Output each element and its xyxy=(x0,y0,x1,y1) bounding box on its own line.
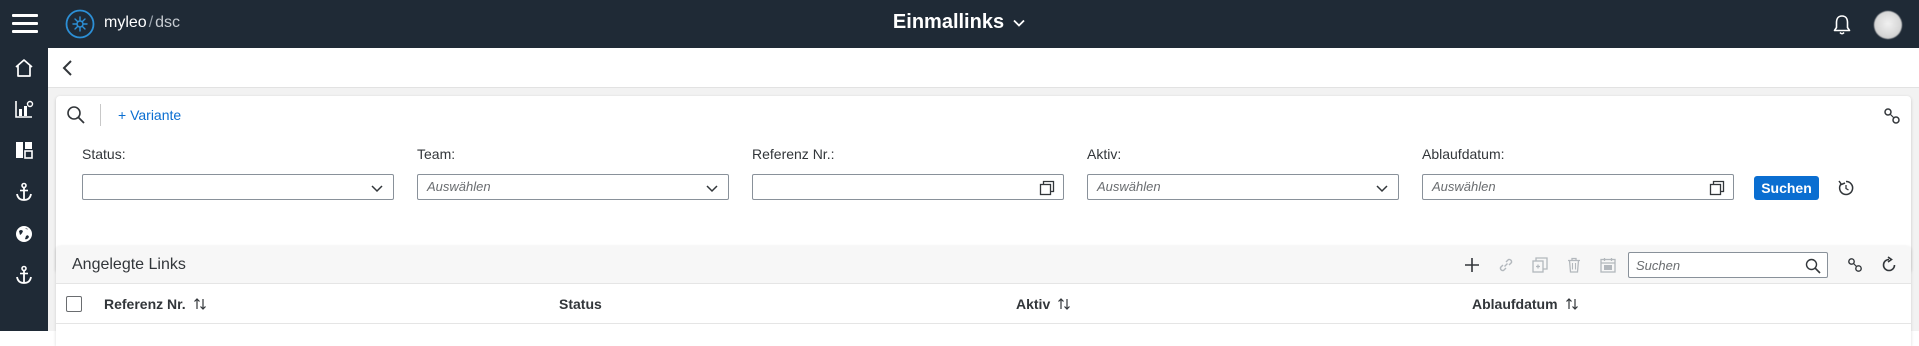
menu-icon[interactable] xyxy=(12,14,38,34)
select-all-checkbox[interactable] xyxy=(66,296,82,312)
link-icon xyxy=(1499,258,1513,272)
referenz-filter: Referenz Nr.: xyxy=(752,146,1064,200)
ablaufdatum-placeholder: Auswählen xyxy=(1432,179,1496,194)
column-label: Aktiv xyxy=(1016,296,1051,312)
sidebar-item-analytics[interactable] xyxy=(8,93,40,125)
table-column-headers: Referenz Nr. Status Aktiv Ablaufdatum xyxy=(56,284,1911,324)
bell-icon[interactable] xyxy=(1830,13,1854,37)
sidebar-item-home[interactable] xyxy=(8,52,40,84)
aktiv-select[interactable]: Auswählen xyxy=(1087,174,1399,200)
column-header-status[interactable]: Status xyxy=(559,296,602,312)
chevron-down-icon xyxy=(1376,185,1388,193)
add-button[interactable] xyxy=(1462,255,1482,275)
sidebar-item-globe[interactable] xyxy=(8,218,40,250)
search-icon[interactable] xyxy=(66,105,86,125)
app-title-container: Einmallinks xyxy=(0,11,1919,34)
status-filter: Status: xyxy=(82,146,394,200)
main-content: + Variante Status: Team: Auswählen Refer… xyxy=(48,48,1919,346)
table-title: Angelegte Links xyxy=(72,256,186,273)
chevron-down-icon xyxy=(371,185,383,193)
globe-icon xyxy=(16,226,32,242)
aktiv-placeholder: Auswählen xyxy=(1097,179,1161,194)
app-title-menu[interactable]: Einmallinks xyxy=(893,11,1026,34)
anchor-icon xyxy=(16,265,32,284)
logo-icon xyxy=(65,9,95,39)
anchor-icon xyxy=(16,182,32,201)
settings-icon xyxy=(1848,258,1862,272)
app-title: Einmallinks xyxy=(892,11,1005,33)
ablaufdatum-input[interactable]: Auswählen xyxy=(1422,174,1734,200)
table-search-placeholder: Suchen xyxy=(1636,258,1681,273)
brand-name: myleo / dsc xyxy=(104,14,180,32)
chevron-down-icon xyxy=(1013,19,1025,27)
reset-icon[interactable] xyxy=(1836,178,1856,198)
sort-icon xyxy=(193,298,206,310)
column-header-referenz[interactable]: Referenz Nr. xyxy=(104,296,207,312)
team-select[interactable]: Auswählen xyxy=(417,174,729,200)
sub-header xyxy=(48,48,1919,88)
aktiv-label: Aktiv: xyxy=(1087,146,1122,162)
referenz-label: Referenz Nr.: xyxy=(752,146,835,162)
shell-bar: myleo / dsc Einmallinks xyxy=(0,0,1919,48)
copy-button[interactable] xyxy=(1530,255,1550,275)
chevron-down-icon xyxy=(706,185,718,193)
ablaufdatum-label: Ablaufdatum: xyxy=(1422,146,1505,162)
sort-icon xyxy=(1058,298,1071,310)
team-placeholder: Auswählen xyxy=(427,179,491,194)
sidebar-item-anchor-1[interactable] xyxy=(8,176,40,208)
trash-icon xyxy=(1568,257,1580,273)
table-search-input[interactable]: Suchen xyxy=(1628,252,1828,278)
sidebar-item-dashboard[interactable] xyxy=(8,134,40,166)
back-icon[interactable] xyxy=(58,58,78,78)
sort-icon xyxy=(1565,298,1578,310)
refresh-icon xyxy=(1882,256,1896,272)
search-icon[interactable] xyxy=(1805,258,1821,274)
calendar-icon xyxy=(1600,258,1616,273)
team-filter: Team: Auswählen xyxy=(417,146,729,200)
brand-main: myleo xyxy=(104,14,147,31)
link-button[interactable] xyxy=(1496,255,1516,275)
dashboard-icon xyxy=(16,142,33,159)
value-help-icon[interactable] xyxy=(1709,180,1725,196)
aktiv-filter: Aktiv: Auswählen xyxy=(1087,146,1399,200)
sidebar-item-anchor-2[interactable] xyxy=(8,259,40,291)
column-header-aktiv[interactable]: Aktiv xyxy=(1016,296,1071,312)
links-table: Angelegte Links Suchen Referenz Nr. Stat… xyxy=(56,246,1911,346)
add-variant-link[interactable]: + Variante xyxy=(118,107,181,123)
column-header-ablaufdatum[interactable]: Ablaufdatum xyxy=(1472,296,1579,312)
brand-sub: dsc xyxy=(155,14,181,31)
sidebar xyxy=(0,48,48,331)
column-label: Referenz Nr. xyxy=(104,296,186,312)
status-label: Status: xyxy=(82,146,126,162)
copy-icon xyxy=(1532,257,1548,273)
status-select[interactable] xyxy=(82,174,394,200)
referenz-input[interactable] xyxy=(752,174,1064,200)
team-label: Team: xyxy=(417,146,456,162)
calendar-button[interactable] xyxy=(1598,255,1618,275)
refresh-button[interactable] xyxy=(1879,255,1899,275)
value-help-icon[interactable] xyxy=(1039,180,1055,196)
brand-separator: / xyxy=(148,14,154,31)
delete-button[interactable] xyxy=(1564,255,1584,275)
plus-icon xyxy=(1465,258,1479,272)
avatar[interactable] xyxy=(1874,11,1902,39)
table-toolbar: Angelegte Links Suchen xyxy=(56,246,1911,284)
home-icon xyxy=(15,59,33,77)
ablaufdatum-filter: Ablaufdatum: Auswählen xyxy=(1422,146,1734,200)
column-label: Ablaufdatum xyxy=(1472,296,1558,312)
table-settings-button[interactable] xyxy=(1845,255,1865,275)
bar-chart-icon xyxy=(15,100,34,118)
divider xyxy=(100,104,101,126)
column-label: Status xyxy=(559,296,602,312)
settings-icon[interactable] xyxy=(1882,106,1902,126)
search-button[interactable]: Suchen xyxy=(1754,176,1819,200)
